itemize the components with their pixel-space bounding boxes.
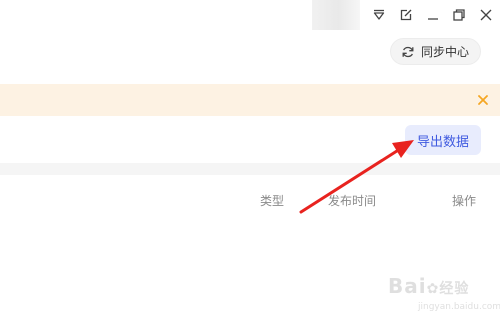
close-window-icon[interactable] xyxy=(477,6,495,24)
close-icon[interactable] xyxy=(476,92,490,106)
section-divider xyxy=(0,163,500,175)
watermark-logo: Bai✿经验 xyxy=(388,274,470,298)
sync-center-button[interactable]: 同步中心 xyxy=(390,38,481,65)
dropdown-icon[interactable] xyxy=(370,6,388,24)
watermark-url: jingyan.baidu.com xyxy=(418,302,500,312)
minimize-icon[interactable] xyxy=(424,6,442,24)
edit-icon[interactable] xyxy=(397,6,415,24)
export-data-button[interactable]: 导出数据 xyxy=(405,125,481,155)
sync-center-label: 同步中心 xyxy=(421,45,470,59)
restore-icon[interactable] xyxy=(450,6,468,24)
refresh-icon xyxy=(401,45,415,59)
column-header-type: 类型 xyxy=(260,194,285,208)
column-header-publish-time: 发布时间 xyxy=(328,194,377,208)
baidu-jingyan-watermark: Bai✿经验 jingyan.baidu.com xyxy=(388,272,500,318)
blurred-region xyxy=(312,0,360,30)
column-header-actions: 操作 xyxy=(452,194,477,208)
table-header: 类型 发布时间 操作 xyxy=(0,188,500,212)
window-titlebar xyxy=(0,0,500,34)
notice-banner xyxy=(0,84,500,116)
